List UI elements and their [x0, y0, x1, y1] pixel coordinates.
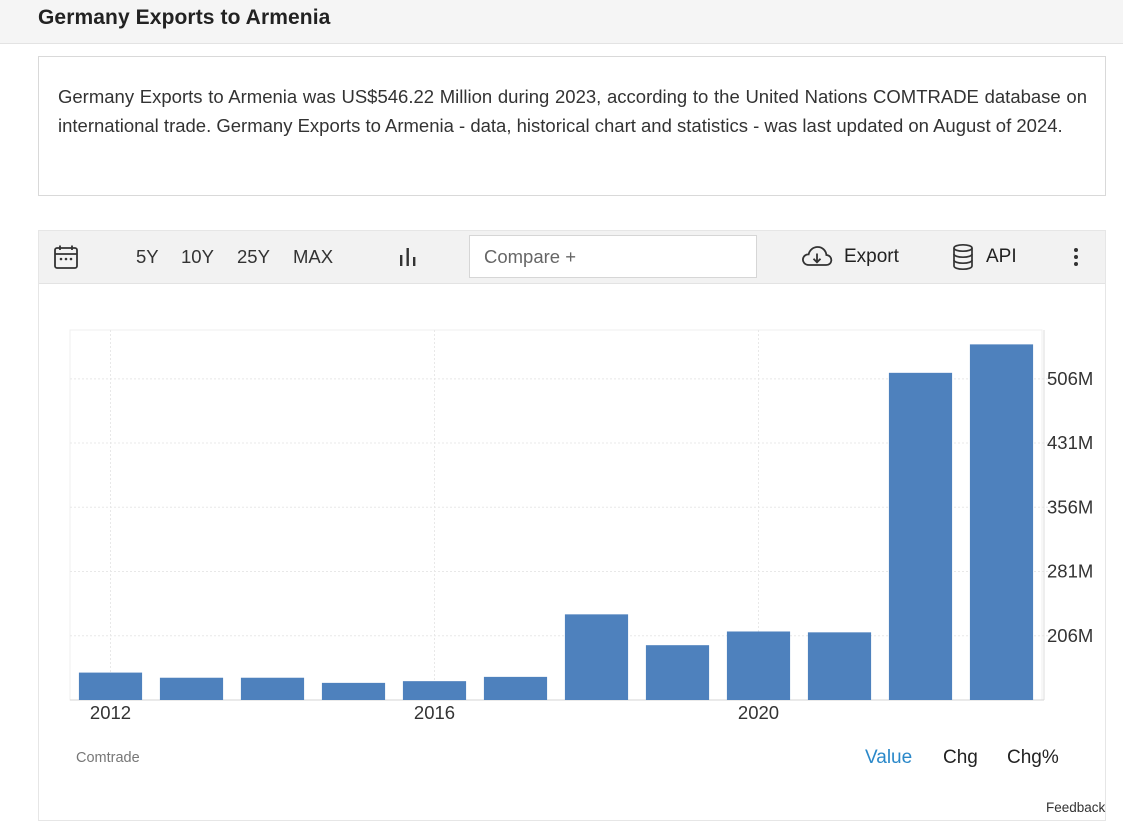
- page-title: Germany Exports to Armenia: [38, 6, 331, 29]
- bars-layer: [78, 344, 1034, 700]
- bar-2014[interactable]: [240, 677, 305, 700]
- x-tick-label: 2020: [738, 702, 779, 723]
- bar-2018[interactable]: [564, 614, 629, 700]
- x-tick-label: 2016: [414, 702, 455, 723]
- bar-2012[interactable]: [78, 672, 143, 700]
- y-tick-label: 431M: [1047, 432, 1093, 453]
- bar-2023[interactable]: [969, 344, 1034, 700]
- source-label: Comtrade: [76, 750, 140, 766]
- tab-chg[interactable]: Chg: [943, 747, 978, 769]
- bar-2016[interactable]: [402, 681, 467, 700]
- y-tick-label: 281M: [1047, 561, 1093, 582]
- bar-2015[interactable]: [321, 682, 386, 700]
- chart-svg: 206M 281M 356M 431M 506M 2012 2016 2020: [69, 329, 1093, 723]
- description-box: Germany Exports to Armenia was US$546.22…: [38, 56, 1106, 196]
- bar-2021[interactable]: [807, 632, 872, 700]
- bar-2013[interactable]: [159, 677, 224, 700]
- bar-2022[interactable]: [888, 372, 953, 700]
- description-text: Germany Exports to Armenia was US$546.22…: [58, 86, 1087, 136]
- bar-2019[interactable]: [645, 645, 710, 700]
- y-tick-label: 356M: [1047, 496, 1093, 517]
- tab-chg-percent[interactable]: Chg%: [1007, 747, 1059, 769]
- y-tick-label: 506M: [1047, 368, 1093, 389]
- chart-panel: 5Y 10Y 25Y MAX Export API 206M28: [38, 230, 1106, 821]
- tab-value[interactable]: Value: [865, 747, 912, 769]
- x-tick-label: 2012: [90, 702, 131, 723]
- page-header: Germany Exports to Armenia: [0, 0, 1123, 44]
- y-tick-label: 206M: [1047, 625, 1093, 646]
- bar-2017[interactable]: [483, 676, 548, 700]
- bar-2020[interactable]: [726, 631, 791, 700]
- feedback-link[interactable]: Feedback: [1046, 800, 1105, 815]
